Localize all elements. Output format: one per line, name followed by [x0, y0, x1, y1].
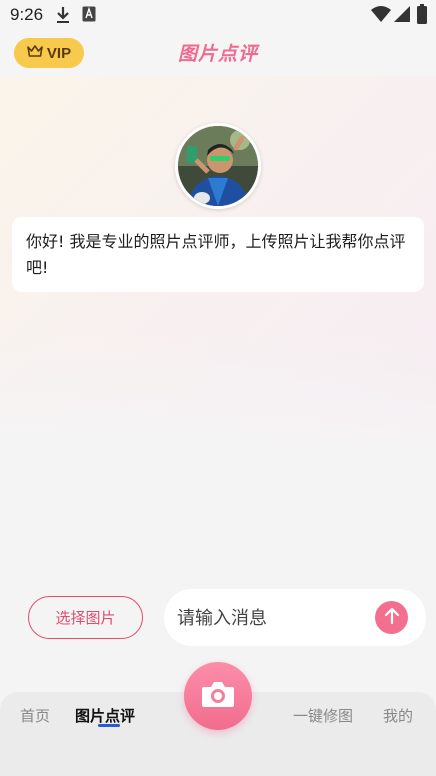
page-title: 图片点评	[177, 43, 258, 65]
app-header: VIP 图片点评	[0, 30, 436, 76]
avatar	[175, 123, 261, 209]
active-tab-indicator	[98, 724, 120, 727]
nav-item-one-click-edit[interactable]: 一键修图	[293, 705, 353, 726]
battery-icon	[417, 4, 427, 28]
send-button[interactable]	[375, 601, 408, 634]
screen: 9:26 VIP 图片点评 你好! 我是专业的照片点评师，上传照片让我帮你点评吧…	[0, 0, 436, 776]
arrow-up-icon	[384, 607, 400, 629]
message-input[interactable]	[177, 604, 367, 632]
wifi-icon	[371, 5, 391, 27]
nav-item-photo-review[interactable]: 图片点评	[75, 705, 135, 726]
message-box	[164, 589, 426, 646]
a-letter-icon	[82, 6, 96, 26]
status-time: 9:26	[10, 5, 44, 24]
nav-item-home[interactable]: 首页	[20, 705, 50, 726]
nav-item-mine[interactable]: 我的	[383, 705, 413, 726]
signal-icon	[394, 5, 410, 27]
download-icon	[55, 6, 71, 28]
camera-icon	[200, 679, 236, 713]
camera-button[interactable]	[184, 662, 252, 730]
status-bar: 9:26	[0, 0, 436, 30]
chat-bubble: 你好! 我是专业的照片点评师，上传照片让我帮你点评吧!	[12, 217, 424, 292]
select-image-button[interactable]: 选择图片	[28, 596, 143, 639]
